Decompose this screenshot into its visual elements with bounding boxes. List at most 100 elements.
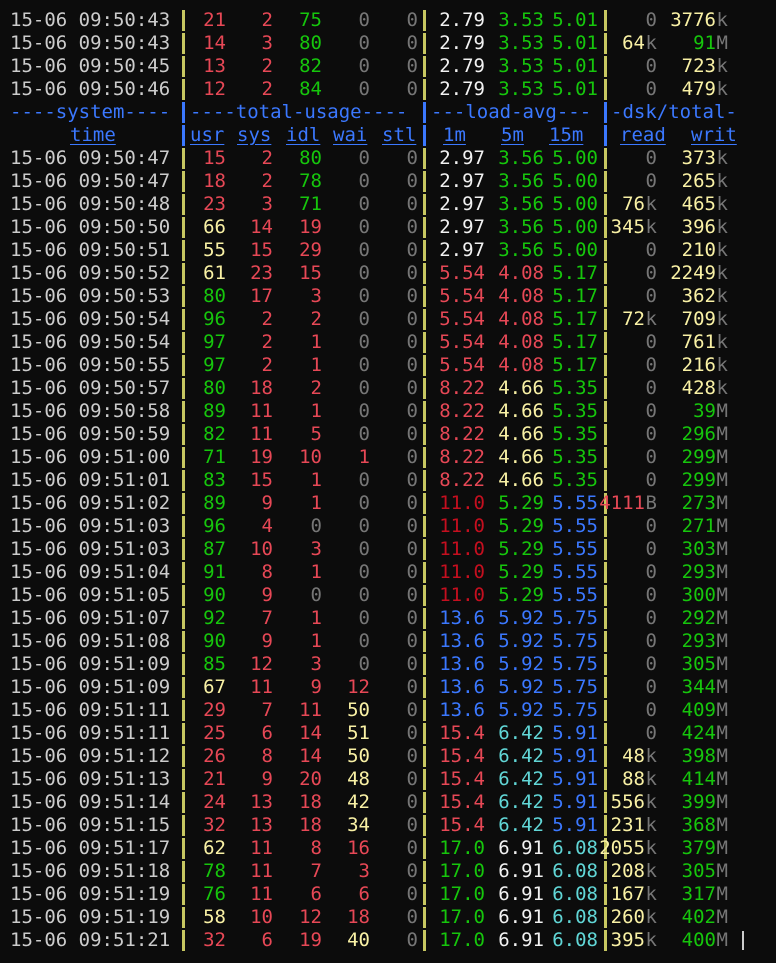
separator — [604, 539, 607, 560]
data-row: 15-06 09:51:15 32 13 18 34 0 15.4 6.42 5.91 231 k 3… — [0, 814, 776, 837]
separator — [182, 815, 185, 836]
disk-writ-unit: M — [716, 768, 728, 790]
separator — [604, 148, 607, 169]
timestamp: 15-06 09:51:02 — [10, 492, 171, 514]
load-5m: 3.53 — [498, 55, 544, 77]
disk-read: 0 — [645, 584, 657, 606]
data-row: 15-06 09:51:11 29 7 11 50 0 13.6 5.92 5.75 0 409 M — [0, 699, 776, 722]
cpu-sys: 19 — [250, 446, 273, 468]
separator — [423, 677, 426, 698]
timestamp: 15-06 09:50:46 — [10, 78, 171, 100]
cpu-wai: 50 — [347, 745, 370, 767]
data-row: 15-06 09:51:05 90 9 0 0 0 11.0 5.29 5.55 0 300 M — [0, 584, 776, 607]
disk-writ: 465 — [681, 193, 716, 215]
separator — [423, 56, 426, 77]
disk-writ-unit: k — [716, 331, 728, 353]
cpu-sys: 11 — [250, 837, 273, 859]
timestamp: 15-06 09:50:54 — [10, 308, 171, 330]
load-1m: 15.4 — [439, 745, 485, 767]
separator — [182, 700, 185, 721]
disk-read-unit: k — [645, 32, 657, 54]
separator — [604, 677, 607, 698]
cpu-wai: 50 — [347, 699, 370, 721]
disk-writ-unit: k — [716, 193, 728, 215]
separator — [423, 263, 426, 284]
cpu-stl: 0 — [406, 584, 418, 606]
disk-read: 395 — [610, 929, 645, 951]
cpu-idl: 1 — [310, 469, 322, 491]
cpu-wai: 40 — [347, 929, 370, 951]
terminal-window[interactable]: 15-06 09:50:43 21 2 75 0 0 2.79 3.53 5.01 0 3776 k 1… — [0, 0, 776, 963]
timestamp: 15-06 09:50:47 — [10, 147, 171, 169]
cpu-usr: 76 — [203, 883, 226, 905]
data-row: 15-06 09:51:03 96 4 0 0 0 11.0 5.29 5.55 0 271 M — [0, 515, 776, 538]
separator — [423, 562, 426, 583]
load-15m: 6.08 — [552, 883, 598, 905]
separator — [423, 194, 426, 215]
separator — [182, 33, 185, 54]
load-15m: 5.55 — [552, 584, 598, 606]
cpu-usr: 14 — [203, 32, 226, 54]
cpu-stl: 0 — [406, 446, 418, 468]
load-5m: 4.08 — [498, 262, 544, 284]
separator — [604, 907, 607, 928]
disk-writ: 317 — [681, 883, 716, 905]
disk-read: 0 — [645, 377, 657, 399]
cpu-wai: 0 — [358, 285, 370, 307]
cpu-usr: 32 — [203, 929, 226, 951]
cpu-sys: 7 — [261, 607, 273, 629]
separator — [604, 654, 607, 675]
cpu-usr: 89 — [203, 492, 226, 514]
load-15m: 5.55 — [552, 538, 598, 560]
cpu-sys: 18 — [250, 377, 273, 399]
timestamp: 15-06 09:50:55 — [10, 354, 171, 376]
separator — [182, 378, 185, 399]
disk-writ-unit: M — [716, 791, 728, 813]
separator — [604, 217, 607, 238]
cpu-wai: 0 — [358, 308, 370, 330]
disk-read: 0 — [645, 676, 657, 698]
separator — [604, 79, 607, 100]
separator — [604, 746, 607, 767]
load-5m: 4.66 — [498, 377, 544, 399]
disk-read-unit: k — [645, 929, 657, 951]
data-row: 15-06 09:51:07 92 7 1 0 0 13.6 5.92 5.75 0 292 M — [0, 607, 776, 630]
data-row: 15-06 09:51:14 24 13 18 42 0 15.4 6.42 5.91 556 k 3… — [0, 791, 776, 814]
cpu-idl: 80 — [299, 32, 322, 54]
cpu-sys: 2 — [261, 354, 273, 376]
timestamp: 15-06 09:50:51 — [10, 239, 171, 261]
cpu-idl: 0 — [310, 515, 322, 537]
cpu-idl: 12 — [299, 906, 322, 928]
data-row: 15-06 09:51:19 58 10 12 18 0 17.0 6.91 6.08 260 k 4… — [0, 906, 776, 929]
cpu-idl: 8 — [310, 837, 322, 859]
cpu-usr: 71 — [203, 446, 226, 468]
cpu-sys: 15 — [250, 239, 273, 261]
cpu-stl: 0 — [406, 837, 418, 859]
separator — [423, 447, 426, 468]
col-header-writ: writ — [691, 124, 737, 146]
cpu-wai: 0 — [358, 469, 370, 491]
timestamp: 15-06 09:51:13 — [10, 768, 171, 790]
col-header-wai: wai — [333, 124, 368, 146]
cpu-sys: 6 — [261, 722, 273, 744]
load-5m: 4.08 — [498, 308, 544, 330]
cpu-usr: 23 — [203, 193, 226, 215]
cpu-stl: 0 — [406, 377, 418, 399]
load-15m: 5.00 — [552, 193, 598, 215]
separator — [604, 470, 607, 491]
separator — [604, 194, 607, 215]
cpu-wai: 0 — [358, 492, 370, 514]
load-1m: 17.0 — [439, 929, 485, 951]
disk-writ-unit: M — [716, 630, 728, 652]
load-15m: 6.08 — [552, 929, 598, 951]
separator — [604, 263, 607, 284]
load-5m: 6.42 — [498, 722, 544, 744]
disk-writ-unit: M — [716, 906, 728, 928]
disk-read: 0 — [645, 285, 657, 307]
disk-read-unit: k — [645, 906, 657, 928]
cpu-idl: 1 — [310, 400, 322, 422]
cpu-sys: 2 — [261, 331, 273, 353]
cpu-usr: 97 — [203, 331, 226, 353]
cpu-idl: 1 — [310, 607, 322, 629]
load-15m: 5.55 — [552, 515, 598, 537]
